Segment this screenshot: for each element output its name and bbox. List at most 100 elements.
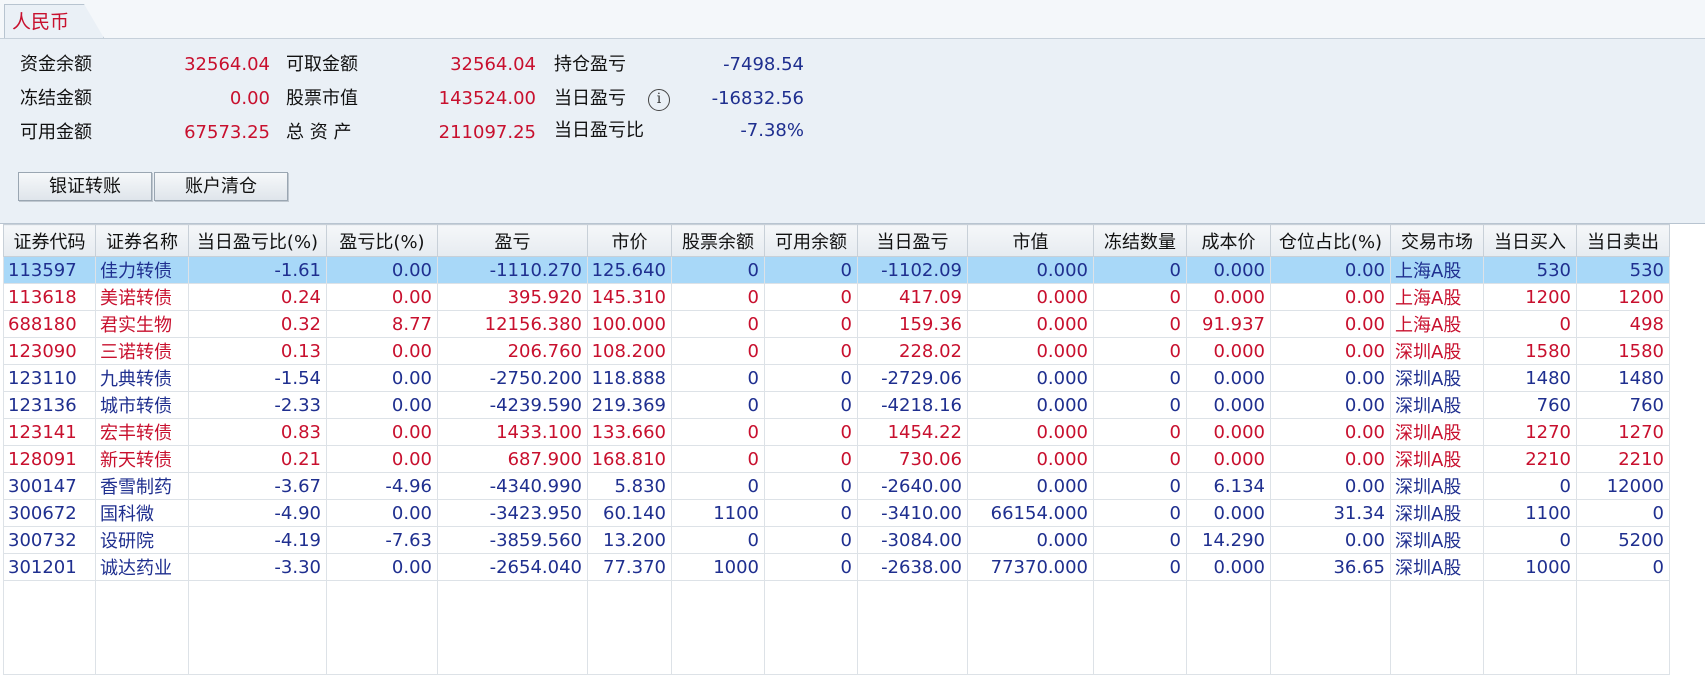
table-cell: 0.000 [967, 418, 1094, 446]
column-header[interactable]: 冻结数量 [1093, 224, 1187, 257]
table-cell: 219.369 [587, 391, 672, 419]
column-header[interactable]: 当日买入 [1483, 224, 1577, 257]
table-cell: 0 [1093, 526, 1187, 554]
info-icon[interactable]: i [648, 89, 670, 111]
column-header[interactable]: 仓位占比(%) [1270, 224, 1391, 257]
table-cell: 0.00 [326, 445, 438, 473]
table-cell: 1480 [1576, 364, 1670, 392]
table-cell: 0 [764, 391, 858, 419]
empty-cell [967, 580, 1094, 675]
daily-pl-label: 当日盈亏 [554, 88, 626, 109]
column-header[interactable]: 当日盈亏比(%) [188, 224, 327, 257]
empty-cell [1270, 580, 1391, 675]
table-row[interactable]: 123090 三诺转债 0.13 0.00 206.760 108.200 0 0 228.02… [3, 337, 1670, 365]
column-header[interactable]: 证券代码 [3, 224, 96, 257]
frozen-label: 冻结金额 [20, 88, 92, 109]
table-cell: 0.000 [1186, 553, 1271, 581]
fund-balance-value: 32564.04 [184, 54, 270, 75]
table-cell: 0 [764, 283, 858, 311]
table-row[interactable]: 128091 新天转债 0.21 0.00 687.900 168.810 0 0 730.06… [3, 445, 1670, 473]
table-row[interactable]: 123141 宏丰转债 0.83 0.00 1433.100 133.660 0 0 1454.… [3, 418, 1670, 446]
table-row[interactable]: 300732 设研院 -4.19 -7.63 -3859.560 13.200 0 0 -308… [3, 526, 1670, 554]
table-row[interactable]: 123110 九典转债 -1.54 0.00 -2750.200 118.888 0 0 -27… [3, 364, 1670, 392]
column-header[interactable]: 可用余额 [764, 224, 858, 257]
empty-cell [3, 580, 96, 675]
table-cell: 0.21 [188, 445, 327, 473]
table-cell: -4340.990 [437, 472, 588, 500]
table-empty-area [3, 580, 1670, 675]
table-cell: 31.34 [1270, 499, 1391, 527]
table-row[interactable]: 123136 城市转债 -2.33 0.00 -4239.590 219.369 0 0 -42… [3, 391, 1670, 419]
table-cell: 城市转债 [95, 391, 189, 419]
daily-pl-ratio-value: -7.38% [740, 120, 804, 141]
table-cell: -4239.590 [437, 391, 588, 419]
table-row[interactable]: 113618 美诺转债 0.24 0.00 395.920 145.310 0 0 417.09… [3, 283, 1670, 311]
table-cell: 诚达药业 [95, 553, 189, 581]
table-cell: 13.200 [587, 526, 672, 554]
table-cell: 0.000 [967, 310, 1094, 338]
table-cell: 1270 [1576, 418, 1670, 446]
table-cell: 12156.380 [437, 310, 588, 338]
table-cell: 8.77 [326, 310, 438, 338]
table-row[interactable]: 300147 香雪制药 -3.67 -4.96 -4340.990 5.830 0 0 -264… [3, 472, 1670, 500]
table-cell: 0 [1093, 472, 1187, 500]
table-row[interactable]: 688180 君实生物 0.32 8.77 12156.380 100.000 0 0 159.… [3, 310, 1670, 338]
table-cell: 1000 [1483, 553, 1577, 581]
table-cell: 0 [671, 337, 765, 365]
table-cell: 530 [1483, 256, 1577, 284]
table-cell: 6.134 [1186, 472, 1271, 500]
table-cell: 123090 [3, 337, 96, 365]
table-cell: 300732 [3, 526, 96, 554]
empty-cell [587, 580, 672, 675]
table-cell: -1102.09 [857, 256, 968, 284]
table-row[interactable]: 301201 诚达药业 -3.30 0.00 -2654.040 77.370 1000 0-… [3, 553, 1670, 581]
table-cell: 深圳A股 [1390, 472, 1484, 500]
table-cell: 0 [1093, 364, 1187, 392]
bank-transfer-button[interactable]: 银证转账 [18, 172, 152, 201]
column-header[interactable]: 股票余额 [671, 224, 765, 257]
table-cell: 760 [1576, 391, 1670, 419]
table-cell: 0 [671, 391, 765, 419]
table-cell: 0.83 [188, 418, 327, 446]
column-header[interactable]: 证券名称 [95, 224, 189, 257]
column-header[interactable]: 成本价 [1186, 224, 1271, 257]
table-cell: 0 [671, 283, 765, 311]
table-cell: 0 [1093, 553, 1187, 581]
column-header[interactable]: 盈亏 [437, 224, 588, 257]
table-cell: 0.000 [967, 337, 1094, 365]
table-cell: 0.000 [967, 526, 1094, 554]
table-row[interactable]: 113597 佳力转债 -1.61 0.00 -1110.270 125.640 0 0 -11… [3, 256, 1670, 284]
table-cell: -3423.950 [437, 499, 588, 527]
tab-rmb[interactable]: 人民币 [4, 4, 105, 38]
empty-cell [95, 580, 189, 675]
table-cell: 0.000 [1186, 283, 1271, 311]
table-cell: 730.06 [857, 445, 968, 473]
table-cell: 77.370 [587, 553, 672, 581]
column-header[interactable]: 盈亏比(%) [326, 224, 438, 257]
column-header[interactable]: 市值 [967, 224, 1094, 257]
column-header[interactable]: 交易市场 [1390, 224, 1484, 257]
daily-pl-ratio-label: 当日盈亏比 [554, 120, 644, 141]
column-header[interactable]: 当日卖出 [1576, 224, 1670, 257]
clear-account-button[interactable]: 账户清仓 [154, 172, 288, 201]
table-row[interactable]: 300672 国科微 -4.90 0.00 -3423.950 60.140 1100 0 -3… [3, 499, 1670, 527]
table-cell: 133.660 [587, 418, 672, 446]
table-cell: 0 [764, 472, 858, 500]
table-cell: 香雪制药 [95, 472, 189, 500]
table-cell: 168.810 [587, 445, 672, 473]
fund-balance-label: 资金余额 [20, 54, 92, 75]
table-cell: 688180 [3, 310, 96, 338]
available-label: 可用金额 [20, 122, 92, 143]
column-header[interactable]: 当日盈亏 [857, 224, 968, 257]
table-cell: 0 [671, 418, 765, 446]
table-cell: 0 [1093, 391, 1187, 419]
table-cell: 0 [671, 445, 765, 473]
table-cell: 深圳A股 [1390, 526, 1484, 554]
table-cell: 123136 [3, 391, 96, 419]
table-cell: -2654.040 [437, 553, 588, 581]
table-cell: 145.310 [587, 283, 672, 311]
table-cell: 417.09 [857, 283, 968, 311]
total-assets-value: 211097.25 [438, 122, 536, 143]
column-header[interactable]: 市价 [587, 224, 672, 257]
table-cell: 1100 [1483, 499, 1577, 527]
